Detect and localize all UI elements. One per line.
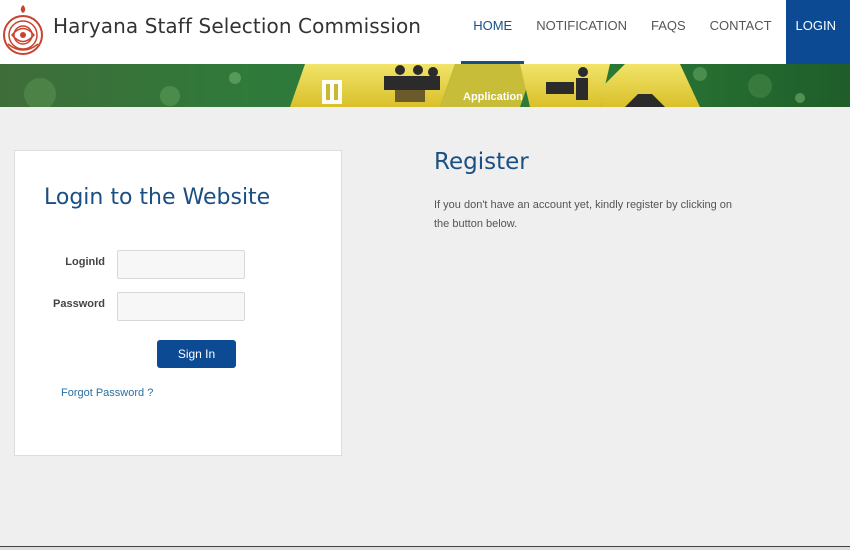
password-input[interactable] — [117, 292, 245, 321]
nav-faqs-label: FAQS — [650, 17, 686, 33]
main-nav: HOME NOTIFICATION FAQS CONTACT LOGIN — [461, 0, 850, 64]
login-heading: Login to the Website — [44, 185, 271, 210]
nav-faqs[interactable]: FAQS — [639, 0, 698, 64]
hero-banner: Application — [0, 64, 850, 107]
nav-home[interactable]: HOME — [461, 0, 525, 64]
sign-in-button[interactable]: Sign In — [157, 340, 236, 368]
site-title: Haryana Staff Selection Commission — [53, 14, 422, 38]
nav-contact[interactable]: CONTACT — [698, 0, 784, 64]
nav-home-label: HOME — [473, 17, 513, 33]
nav-notification-label: NOTIFICATION — [536, 17, 627, 33]
login-id-label: LoginId — [65, 256, 105, 268]
banner-graphic — [0, 64, 850, 107]
login-card: Login to the Website LoginId Password Si… — [14, 150, 342, 456]
haryana-emblem-icon — [3, 5, 43, 55]
nav-login-label: LOGIN — [795, 17, 836, 33]
forgot-password-link[interactable]: Forgot Password ? — [61, 387, 153, 399]
nav-contact-label: CONTACT — [709, 17, 772, 33]
nav-notification[interactable]: NOTIFICATION — [524, 0, 639, 64]
login-id-input[interactable] — [117, 250, 245, 279]
register-heading: Register — [434, 149, 529, 175]
nav-login[interactable]: LOGIN — [785, 0, 850, 64]
bottom-divider — [0, 546, 850, 550]
register-description: If you don't have an account yet, kindly… — [434, 199, 733, 230]
site-header: Haryana Staff Selection Commission HOME … — [0, 0, 850, 64]
banner-caption: Application — [463, 91, 523, 103]
password-label: Password — [53, 298, 105, 310]
